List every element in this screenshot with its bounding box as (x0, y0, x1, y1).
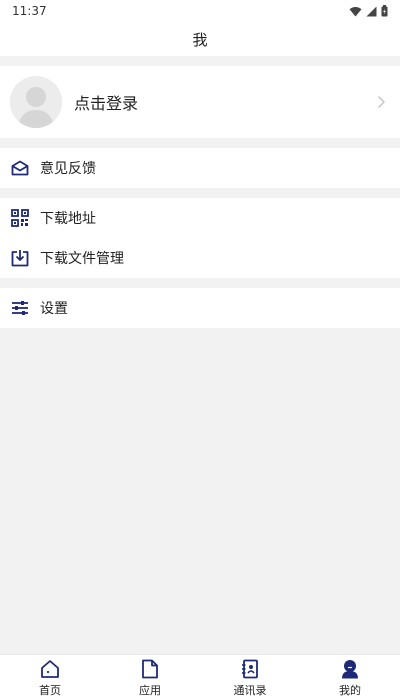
tab-me[interactable]: 我的 (300, 658, 400, 698)
default-avatar-icon (10, 76, 62, 128)
file-icon (139, 658, 161, 680)
login-text[interactable]: 点击登录 (74, 90, 374, 114)
wifi-icon (349, 6, 362, 16)
sliders-icon (10, 298, 30, 318)
page-header: 我 (0, 22, 400, 56)
user-icon (339, 658, 361, 680)
battery-icon (381, 5, 388, 17)
menu-label-download-manager: 下载文件管理 (40, 251, 124, 267)
tab-apps[interactable]: 应用 (100, 658, 200, 698)
home-icon (39, 658, 61, 680)
tab-label-contacts: 通讯录 (233, 683, 267, 697)
tab-home[interactable]: 首页 (0, 658, 100, 698)
menu-item-download-address[interactable]: 下载地址 (0, 198, 400, 238)
mail-icon (10, 158, 30, 178)
chevron-right-icon (378, 96, 385, 108)
menu-item-feedback[interactable]: 意见反馈 (0, 148, 400, 188)
tab-label-me: 我的 (339, 683, 361, 697)
contacts-icon (239, 658, 261, 680)
menu-label-settings: 设置 (40, 301, 68, 317)
menu-label-download-address: 下载地址 (40, 211, 96, 227)
bottom-tab-bar: 首页 应用 通讯录 我的 (0, 654, 400, 700)
avatar[interactable] (10, 76, 62, 128)
status-bar: 11:37 (0, 0, 400, 22)
status-icons (349, 5, 388, 17)
page-title: 我 (192, 30, 208, 49)
qrcode-icon (10, 208, 30, 228)
menu-item-settings[interactable]: 设置 (0, 288, 400, 328)
menu-label-feedback: 意见反馈 (40, 161, 96, 177)
signal-icon (366, 6, 377, 16)
menu-item-download-manager[interactable]: 下载文件管理 (0, 238, 400, 278)
tab-contacts[interactable]: 通讯录 (200, 658, 300, 698)
login-row[interactable]: 点击登录 (0, 66, 400, 138)
tab-label-home: 首页 (39, 683, 61, 697)
download-icon (10, 248, 30, 268)
tab-label-apps: 应用 (139, 683, 161, 697)
status-time: 11:37 (12, 4, 47, 18)
